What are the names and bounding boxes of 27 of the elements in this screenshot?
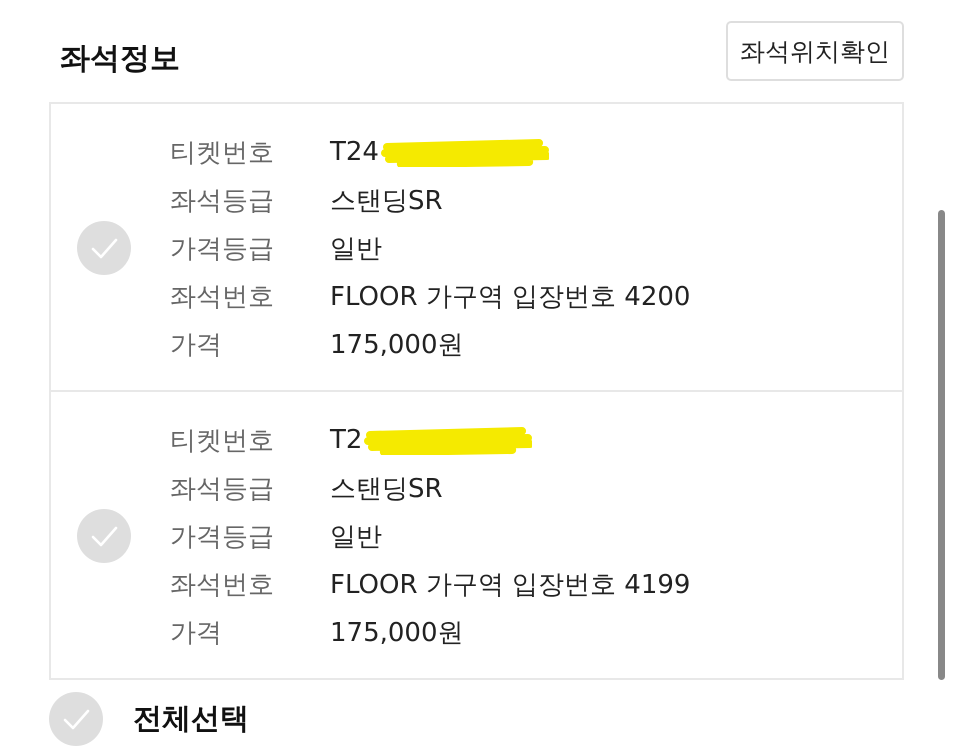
field-value: T2 <box>330 425 362 455</box>
field-label: 좌석등급 <box>170 472 275 506</box>
field-label: 가격등급 <box>170 520 275 554</box>
check-circle-icon[interactable] <box>49 692 103 746</box>
field-label: 티켓번호 <box>170 424 275 458</box>
field-label: 가격 <box>170 616 223 650</box>
field-label: 좌석등급 <box>170 184 275 218</box>
field-value: 스탠딩SR <box>330 472 443 506</box>
check-circle-icon[interactable] <box>77 509 131 563</box>
field-value: 일반 <box>330 520 382 554</box>
field-label: 좌석번호 <box>170 568 275 602</box>
select-all-label[interactable]: 전체선택 <box>133 699 249 739</box>
field-value: FLOOR 가구역 입장번호 4199 <box>330 568 690 602</box>
field-value: 175,000원 <box>330 328 464 362</box>
field-value: 스탠딩SR <box>330 184 443 218</box>
field-value: 175,000원 <box>330 616 464 650</box>
field-label: 티켓번호 <box>170 136 275 170</box>
field-value: FLOOR 가구역 입장번호 4200 <box>330 280 690 314</box>
field-value: 일반 <box>330 232 382 266</box>
field-label: 가격등급 <box>170 232 275 266</box>
check-circle-icon[interactable] <box>77 221 131 275</box>
seat-location-button[interactable]: 좌석위치확인 <box>726 21 904 81</box>
field-value: T24 <box>330 137 379 167</box>
scrollbar-thumb[interactable] <box>938 210 945 680</box>
field-label: 좌석번호 <box>170 280 275 314</box>
section-title: 좌석정보 <box>60 40 180 78</box>
field-label: 가격 <box>170 328 223 362</box>
